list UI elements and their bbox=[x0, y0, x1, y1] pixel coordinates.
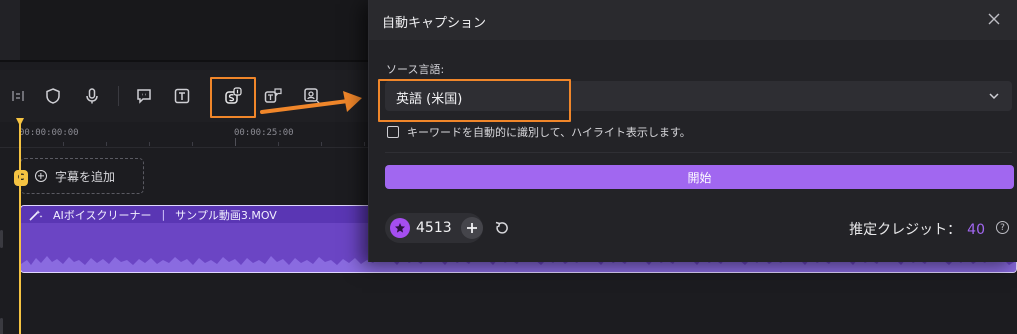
auto-caption-dialog: 自動キャプション ソース言語: 英語 (米国) キーワードを自動的に識別して、ハ… bbox=[368, 0, 1017, 262]
start-button[interactable]: 開始 bbox=[385, 165, 1014, 189]
ruler-tick bbox=[235, 138, 236, 146]
credit-balance: 4513 bbox=[385, 213, 483, 243]
toolbar-separator bbox=[118, 86, 119, 106]
credit-count: 4513 bbox=[416, 220, 452, 236]
source-language-label: ソース言語: bbox=[386, 63, 445, 76]
ruler-tick bbox=[106, 142, 107, 146]
shield-icon[interactable] bbox=[43, 86, 63, 106]
microphone-icon[interactable] bbox=[82, 86, 102, 106]
dialog-header: 自動キャプション bbox=[369, 0, 1017, 40]
ruler-tick bbox=[278, 142, 279, 146]
ruler-tick bbox=[321, 142, 322, 146]
track-handle[interactable] bbox=[0, 230, 3, 248]
clip-name: サンプル動画3.MOV bbox=[175, 208, 277, 222]
pointer-arrow bbox=[260, 91, 362, 114]
magic-wand-icon bbox=[29, 209, 43, 221]
plus-circle-icon bbox=[35, 170, 47, 182]
keyword-highlight-label: キーワードを自動的に識別して、ハイライト表示します。 bbox=[407, 126, 691, 139]
ruler-tick bbox=[63, 142, 64, 146]
left-panel bbox=[0, 0, 20, 62]
dialog-divider bbox=[385, 152, 1012, 153]
estimated-credits: 推定クレジット： 40 bbox=[849, 219, 985, 239]
comment-icon[interactable] bbox=[134, 86, 154, 106]
subtitle-track-badge: C bbox=[14, 170, 28, 186]
credit-gem-icon bbox=[390, 218, 410, 238]
plus-icon bbox=[466, 223, 477, 233]
keyword-highlight-checkbox[interactable] bbox=[387, 126, 399, 138]
clip-separator: | bbox=[161, 208, 166, 221]
estimate-value: 40 bbox=[967, 222, 985, 238]
text-icon[interactable] bbox=[172, 86, 192, 106]
playhead[interactable] bbox=[19, 122, 21, 334]
auto-caption-highlight bbox=[210, 77, 256, 118]
chevron-down-icon bbox=[989, 93, 999, 100]
track-handle[interactable] bbox=[0, 318, 3, 334]
language-highlight bbox=[378, 79, 571, 122]
keyword-highlight-option[interactable]: キーワードを自動的に識別して、ハイライト表示します。 bbox=[387, 124, 691, 140]
split-icon[interactable] bbox=[8, 86, 28, 106]
add-subtitle-label: 字幕を追加 bbox=[55, 169, 116, 184]
refresh-icon[interactable] bbox=[494, 220, 510, 236]
help-icon[interactable]: ? bbox=[996, 221, 1009, 234]
ruler-tick-label: 00:00:00:00 bbox=[19, 128, 79, 138]
ruler-tick bbox=[149, 142, 150, 146]
ruler-tick-label: 00:00:25:00 bbox=[234, 128, 294, 138]
ruler-tick bbox=[192, 142, 193, 146]
estimate-label: 推定クレジット： bbox=[849, 222, 962, 238]
ruler-tick bbox=[364, 142, 365, 146]
close-icon[interactable] bbox=[987, 12, 1001, 26]
add-subtitle-button[interactable]: 字幕を追加 bbox=[20, 158, 144, 194]
clip-effect-label: AIボイスクリーナー bbox=[53, 208, 152, 222]
add-credits-button[interactable] bbox=[460, 217, 483, 239]
dialog-title: 自動キャプション bbox=[382, 16, 487, 31]
